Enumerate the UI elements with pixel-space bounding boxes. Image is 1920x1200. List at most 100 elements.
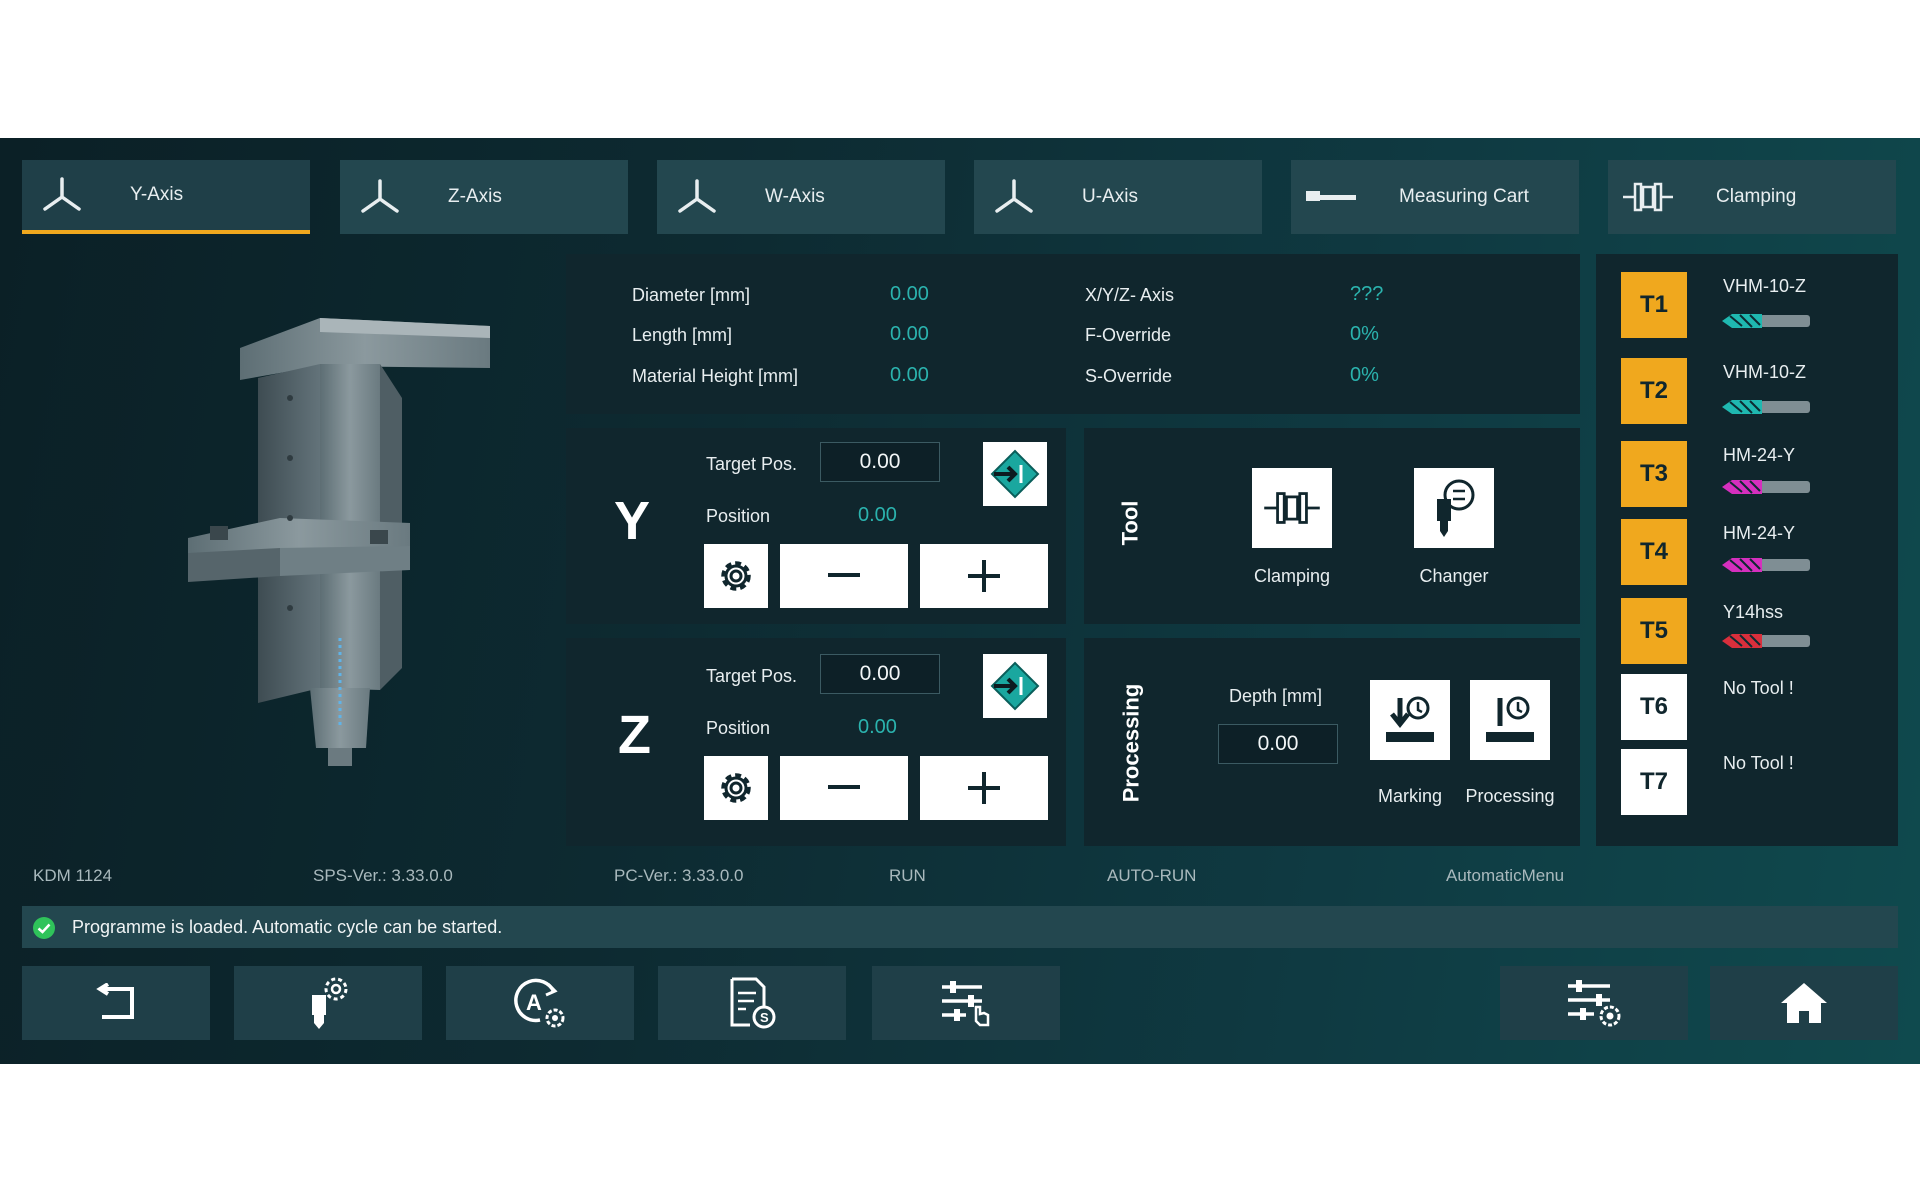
position-value: 0.00 <box>858 504 897 526</box>
position-label: Position <box>706 506 771 526</box>
s-override-label: S-Override <box>1085 366 1173 386</box>
plus-icon <box>968 772 1000 804</box>
tool-slot-t4[interactable]: T4 <box>1621 519 1687 585</box>
increment-button[interactable] <box>920 544 1048 608</box>
back-icon <box>96 983 134 1019</box>
marking-icon <box>1386 696 1434 742</box>
tool-name: No Tool ! <box>1723 678 1794 698</box>
target-pos-label: Target Pos. <box>706 454 798 474</box>
tab-clamping[interactable]: Clamping <box>1608 160 1896 234</box>
axis-settings-button[interactable] <box>704 756 768 820</box>
settings-sliders-icon <box>1568 980 1621 1027</box>
tool-panel-title: Tool <box>1117 500 1143 546</box>
changer-button[interactable] <box>1414 468 1494 548</box>
tab-w-axis[interactable]: W-Axis <box>657 160 945 234</box>
tab-label: Z-Axis <box>448 186 502 207</box>
target-pos-input[interactable]: 0.00 <box>820 442 940 482</box>
message-text: Programme is loaded. Automatic cycle can… <box>72 917 503 937</box>
plus-icon <box>968 560 1000 592</box>
home-button[interactable] <box>1710 966 1898 1040</box>
axis-letter: Y <box>614 491 651 551</box>
tab-u-axis[interactable]: U-Axis <box>974 160 1262 234</box>
diameter-value: 0.00 <box>890 283 929 305</box>
tab-label: U-Axis <box>1082 186 1138 207</box>
tab-y-axis[interactable]: Y-Axis <box>22 160 310 234</box>
depth-input[interactable]: 0.00 <box>1218 724 1338 764</box>
message-bar: Programme is loaded. Automatic cycle can… <box>22 906 1898 948</box>
changer-caption: Changer <box>1419 566 1489 586</box>
tool-name: VHM-10-Z <box>1723 362 1807 382</box>
drill-bit-icon <box>1722 314 1810 328</box>
target-pos-input[interactable]: 0.00 <box>820 654 940 694</box>
processing-panel-title: Processing <box>1118 683 1144 803</box>
program-icon: S <box>730 977 776 1029</box>
tool-slot-t5[interactable]: T5 <box>1621 598 1687 664</box>
clamping-button[interactable] <box>1252 468 1332 548</box>
sps-version: SPS-Ver.: 3.33.0.0 <box>313 866 453 885</box>
tab-label: Measuring Cart <box>1399 186 1529 207</box>
drill-bit-icon <box>1722 558 1810 572</box>
processing-caption: Processing <box>1465 786 1555 806</box>
length-value: 0.00 <box>890 323 929 345</box>
depth-label: Depth [mm] <box>1229 686 1323 706</box>
clamping-icon <box>1608 181 1688 213</box>
tab-label: Clamping <box>1716 186 1797 207</box>
manual-adjust-button[interactable] <box>872 966 1060 1040</box>
material-height-label: Material Height [mm] <box>632 366 799 386</box>
tool-name: HM-24-Y <box>1723 523 1796 543</box>
check-circle-icon <box>33 917 55 939</box>
tool-slot-t2[interactable]: T2 <box>1621 358 1687 424</box>
current-menu: AutomaticMenu <box>1446 866 1565 885</box>
gear-icon <box>721 561 751 591</box>
axis-letter: Z <box>618 705 651 765</box>
machine-id: KDM 1124 <box>33 866 113 885</box>
minus-icon <box>828 573 860 577</box>
length-label: Length [mm] <box>632 325 733 345</box>
marking-button[interactable] <box>1370 680 1450 760</box>
machine-control-app: Y-Axis Z-Axis W-Axis U-Axis Measuring Ca… <box>0 138 1920 1064</box>
increment-button[interactable] <box>920 756 1048 820</box>
position-value: 0.00 <box>858 716 897 738</box>
tab-label: W-Axis <box>765 186 825 207</box>
y-axis-panel: Y Target Pos. 0.00 Position 0.00 <box>566 428 1066 624</box>
tool-slot-t3[interactable]: T3 <box>1621 441 1687 507</box>
tool-settings-button[interactable] <box>234 966 422 1040</box>
f-override-value: 0% <box>1350 323 1379 345</box>
processing-button[interactable] <box>1470 680 1550 760</box>
settings-sliders-button[interactable] <box>1500 966 1688 1040</box>
go-to-target-button[interactable] <box>983 442 1047 506</box>
go-to-target-button[interactable] <box>983 654 1047 718</box>
auto-settings-button[interactable]: A <box>446 966 634 1040</box>
info-panel: Diameter [mm] 0.00 Length [mm] 0.00 Mate… <box>566 254 1580 414</box>
processing-panel: Processing Depth [mm] 0.00 Marking Proce… <box>1084 638 1580 846</box>
axis-icon <box>340 179 420 215</box>
decrement-button[interactable] <box>780 544 908 608</box>
program-button[interactable]: S <box>658 966 846 1040</box>
clamping-caption: Clamping <box>1253 566 1331 586</box>
z-axis-panel: Z Target Pos. 0.00 Position 0.00 <box>566 638 1066 846</box>
tab-z-axis[interactable]: Z-Axis <box>340 160 628 234</box>
back-button[interactable] <box>22 966 210 1040</box>
target-pos-label: Target Pos. <box>706 666 798 686</box>
tab-measuring-cart[interactable]: Measuring Cart <box>1291 160 1579 234</box>
xyz-axis-value: ??? <box>1350 283 1384 305</box>
drill-bit-icon <box>1722 400 1810 414</box>
material-height-value: 0.00 <box>890 364 929 386</box>
f-override-label: F-Override <box>1085 325 1172 345</box>
decrement-button[interactable] <box>780 756 908 820</box>
manual-adjust-icon <box>942 981 990 1027</box>
tool-slot-t7[interactable]: T7 <box>1621 749 1687 815</box>
xyz-axis-label: X/Y/Z- Axis <box>1085 285 1175 305</box>
processing-icon <box>1486 696 1534 742</box>
axis-icon <box>22 177 102 213</box>
axis-icon <box>974 179 1054 215</box>
tool-slot-t1[interactable]: T1 <box>1621 272 1687 338</box>
auto-settings-icon: A <box>514 978 565 1028</box>
svg-text:A: A <box>526 990 542 1015</box>
tool-settings-icon <box>312 977 348 1029</box>
drill-bit-icon <box>1722 634 1810 648</box>
axis-settings-button[interactable] <box>704 544 768 608</box>
clamping-icon <box>1264 492 1320 524</box>
run-state: RUN <box>889 866 926 885</box>
tool-slot-t6[interactable]: T6 <box>1621 674 1687 740</box>
